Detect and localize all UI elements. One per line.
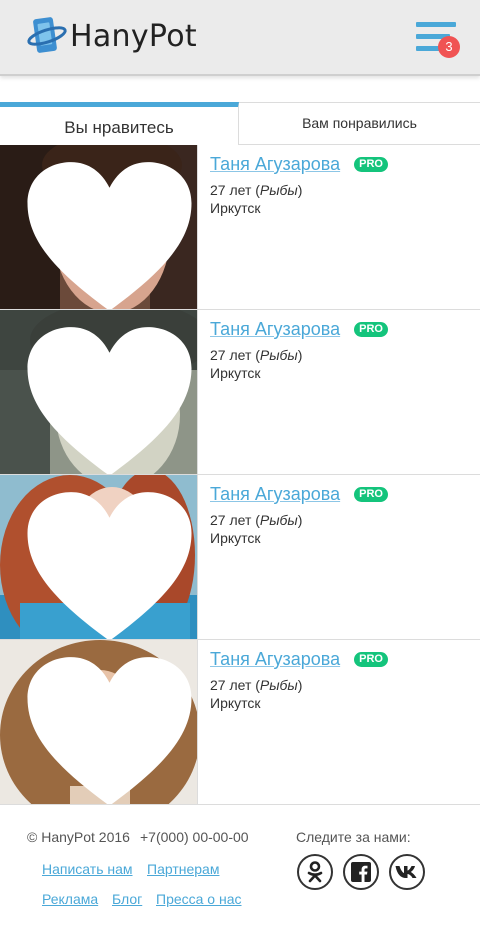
menu-button[interactable]: 3 — [416, 22, 460, 58]
follow-us-label: Следите за нами: — [296, 829, 411, 845]
profile-city: Иркутск — [210, 200, 261, 216]
notification-badge: 3 — [438, 36, 460, 58]
footer: © HanyPot 2016 +7(000) 00-00-00 Следите … — [0, 804, 480, 936]
pro-badge: PRO — [354, 322, 388, 337]
phone-logo-icon — [27, 17, 67, 53]
pro-badge: PRO — [354, 157, 388, 172]
facebook-icon[interactable] — [343, 854, 379, 890]
profile-card[interactable]: Таня Агузарова PRO 27 лет (Рыбы) Иркутск — [0, 640, 480, 805]
profile-age: 27 лет (Рыбы) — [210, 182, 303, 198]
phone-number: +7(000) 00-00-00 — [140, 829, 249, 845]
profile-card[interactable]: Таня Агузарова PRO 27 лет (Рыбы) Иркутск — [0, 475, 480, 640]
profile-age: 27 лет (Рыбы) — [210, 512, 303, 528]
footer-link-contact[interactable]: Написать нам — [42, 861, 133, 877]
profile-city: Иркутск — [210, 530, 261, 546]
profile-card[interactable]: Таня Агузарова PRO 27 лет (Рыбы) Иркутск — [0, 145, 480, 310]
profile-city: Иркутск — [210, 365, 261, 381]
logo[interactable]: HanyPot — [26, 14, 197, 58]
vk-icon[interactable] — [389, 854, 425, 890]
profile-photo[interactable] — [0, 310, 197, 474]
profile-age: 27 лет (Рыбы) — [210, 347, 303, 363]
heart-icon[interactable] — [11, 652, 197, 804]
footer-link-blog[interactable]: Блог — [112, 891, 142, 907]
profile-name-link[interactable]: Таня Агузарова — [210, 154, 340, 175]
copyright: © HanyPot 2016 — [27, 829, 130, 845]
tabs: Вы нравитесь Вам понравились — [0, 102, 480, 145]
logo-text: HanyPot — [70, 18, 197, 54]
profile-info: Таня Агузарова PRO 27 лет (Рыбы) Иркутск — [197, 145, 480, 309]
profile-photo[interactable] — [0, 640, 197, 804]
profile-photo[interactable] — [0, 145, 197, 309]
tab-you-liked[interactable]: Вам понравились — [239, 102, 480, 145]
footer-link-ads[interactable]: Реклама — [42, 891, 98, 907]
pro-badge: PRO — [354, 652, 388, 667]
tab-you-are-liked[interactable]: Вы нравитесь — [0, 102, 239, 145]
profile-name-link[interactable]: Таня Агузарова — [210, 649, 340, 670]
profile-photo[interactable] — [0, 475, 197, 639]
profile-city: Иркутск — [210, 695, 261, 711]
profile-age: 27 лет (Рыбы) — [210, 677, 303, 693]
zodiac-sign: Рыбы — [259, 347, 298, 363]
heart-icon[interactable] — [11, 322, 197, 474]
menu-bar — [416, 22, 456, 27]
heart-icon[interactable] — [11, 157, 197, 309]
heart-icon[interactable] — [11, 487, 197, 639]
zodiac-sign: Рыбы — [259, 512, 298, 528]
footer-link-partners[interactable]: Партнерам — [147, 861, 219, 877]
app-header: HanyPot 3 — [0, 0, 480, 76]
profile-info: Таня Агузарова PRO 27 лет (Рыбы) Иркутск — [197, 310, 480, 474]
odnoklassniki-icon[interactable] — [297, 854, 333, 890]
profile-info: Таня Агузарова PRO 27 лет (Рыбы) Иркутск — [197, 640, 480, 804]
footer-link-press[interactable]: Пресса о нас — [156, 891, 242, 907]
pro-badge: PRO — [354, 487, 388, 502]
zodiac-sign: Рыбы — [259, 182, 298, 198]
profile-list: Таня Агузарова PRO 27 лет (Рыбы) Иркутск — [0, 145, 480, 805]
profile-card[interactable]: Таня Агузарова PRO 27 лет (Рыбы) Иркутск — [0, 310, 480, 475]
zodiac-sign: Рыбы — [259, 677, 298, 693]
profile-name-link[interactable]: Таня Агузарова — [210, 319, 340, 340]
profile-name-link[interactable]: Таня Агузарова — [210, 484, 340, 505]
profile-info: Таня Агузарова PRO 27 лет (Рыбы) Иркутск — [197, 475, 480, 639]
